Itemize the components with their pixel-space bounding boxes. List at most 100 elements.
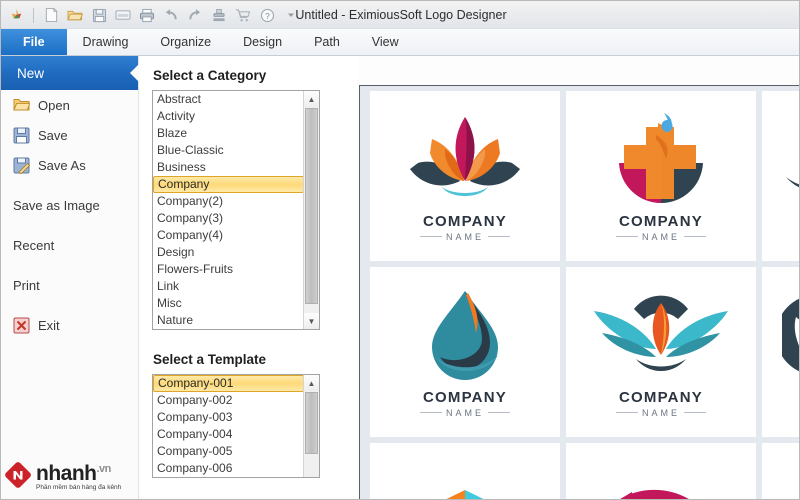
tab-file[interactable]: File	[1, 29, 67, 55]
logo-lotus[interactable]: COMPANY NAME	[370, 91, 560, 261]
list-item[interactable]: Blaze	[153, 125, 303, 142]
logo-caption: COMPANY NAME	[419, 388, 510, 418]
list-item[interactable]: Misc	[153, 295, 303, 312]
tab-organize[interactable]: Organize	[144, 29, 227, 55]
list-item[interactable]: Company-004	[153, 426, 303, 443]
caption-secondary: NAME	[641, 231, 680, 242]
caption-rule-right	[488, 236, 510, 237]
save-icon[interactable]	[88, 4, 110, 26]
logo-caption: COMPANY NAME	[615, 388, 706, 418]
gallery-grid: COMPANY NAME COMPANY NAME COMPANY NAME C…	[360, 86, 799, 499]
sidebar-item-save-as[interactable]: Save As	[1, 150, 138, 180]
scrollbar-thumb[interactable]	[305, 108, 318, 304]
list-item[interactable]: Company(4)	[153, 227, 303, 244]
open-folder-icon[interactable]	[64, 4, 86, 26]
sidebar-item-save[interactable]: Save	[1, 120, 138, 150]
help-icon[interactable]: ?	[256, 4, 278, 26]
list-item[interactable]: Abstract	[153, 91, 303, 108]
logo-wings[interactable]: COMPANY NAME	[566, 267, 756, 437]
ribbon-tab-strip: File Drawing Organize Design Path View	[1, 29, 799, 56]
template-listbox[interactable]: Company-001 Company-002 Company-003 Comp…	[152, 374, 320, 478]
scroll-down-icon[interactable]: ▼	[304, 313, 319, 329]
scroll-up-icon[interactable]: ▲	[304, 91, 319, 107]
cart-icon[interactable]	[232, 4, 254, 26]
logo-dark-circle[interactable]: COMPANY NAME	[762, 267, 799, 437]
category-listbox[interactable]: Abstract Activity Blaze Blue-Classic Bus…	[152, 90, 320, 330]
sidebar-item-exit[interactable]: Exit	[1, 310, 138, 340]
list-item-selected[interactable]: Company-001	[153, 375, 304, 392]
list-item[interactable]: Link	[153, 278, 303, 295]
caption-primary: COMPANY	[423, 388, 507, 406]
tab-path[interactable]: Path	[298, 29, 356, 55]
new-document-icon[interactable]	[40, 4, 62, 26]
list-item[interactable]: Business	[153, 159, 303, 176]
list-item[interactable]: Design	[153, 244, 303, 261]
logo-crimson-swoosh[interactable]: COMPANY NAME	[762, 91, 799, 261]
scroll-up-icon[interactable]: ▲	[304, 375, 319, 391]
logo-crimson-swoosh-icon	[786, 176, 799, 187]
exit-icon	[13, 317, 30, 334]
list-item[interactable]: Company(2)	[153, 193, 303, 210]
caption-secondary-row: NAME	[419, 407, 510, 418]
logo-caption: COMPANY NAME	[615, 212, 706, 242]
quick-access-toolbar[interactable]: ?	[5, 3, 302, 27]
tab-view[interactable]: View	[356, 29, 415, 55]
logo-lotus-icon	[410, 116, 520, 196]
list-item[interactable]: Activity	[153, 108, 303, 125]
list-item-selected[interactable]: Company	[153, 176, 304, 193]
caption-rule-right	[488, 412, 510, 413]
list-item[interactable]: Company(3)	[153, 210, 303, 227]
caption-rule-left	[615, 236, 638, 237]
list-item[interactable]: Company-006	[153, 460, 303, 477]
category-scrollbar[interactable]: ▲ ▼	[303, 91, 319, 329]
template-chooser-panel: Select a Category Abstract Activity Blaz…	[140, 56, 358, 499]
template-scrollbar[interactable]: ▲	[303, 375, 319, 477]
logo-caption: COMPANY NAME	[419, 213, 510, 242]
list-item[interactable]: Sports	[153, 329, 303, 330]
logo-droplet[interactable]: COMPANY NAME	[370, 267, 560, 437]
logo-cross-flame[interactable]: COMPANY NAME	[566, 91, 756, 261]
customize-chevron-icon[interactable]	[280, 4, 302, 26]
export-icon[interactable]	[112, 4, 134, 26]
svg-text:?: ?	[265, 10, 270, 20]
scrollbar-thumb[interactable]	[305, 392, 318, 454]
caption-secondary-row: NAME	[615, 231, 706, 242]
sidebar-item-save-as-image[interactable]: Save as Image	[1, 190, 138, 220]
sidebar-item-new[interactable]: New	[1, 56, 138, 90]
list-item[interactable]: Company-007	[153, 477, 303, 478]
save-as-icon	[13, 157, 31, 175]
sidebar-item-label: Recent	[13, 237, 55, 253]
watermark-text: nhanh.vn Phần mềm bán hàng đa kênh	[36, 463, 121, 492]
app-logo-icon[interactable]	[5, 4, 27, 26]
undo-icon[interactable]	[160, 4, 182, 26]
list-item[interactable]: Flowers-Fruits	[153, 261, 303, 278]
watermark-name: nhanh.vn	[36, 462, 111, 486]
tab-drawing[interactable]: Drawing	[67, 29, 145, 55]
logo-partial[interactable]	[762, 443, 799, 499]
nhanh-logo-icon	[5, 462, 31, 493]
stamp-icon[interactable]	[208, 4, 230, 26]
template-gallery[interactable]: COMPANY NAME COMPANY NAME COMPANY NAME C…	[359, 85, 799, 499]
redo-icon[interactable]	[184, 4, 206, 26]
logo-arrows-cycle[interactable]	[566, 443, 756, 499]
sidebar-item-print[interactable]: Print	[1, 270, 138, 300]
caption-primary: COMPANY	[619, 388, 703, 406]
caption-secondary: NAME	[641, 407, 680, 418]
sidebar-item-open[interactable]: Open	[1, 90, 138, 120]
caption-secondary: NAME	[445, 407, 484, 418]
list-item[interactable]: Company-003	[153, 409, 303, 426]
list-item[interactable]: Company-002	[153, 392, 303, 409]
tab-design[interactable]: Design	[227, 29, 298, 55]
list-item[interactable]: Nature	[153, 312, 303, 329]
toolbar-separator	[33, 7, 34, 23]
logo-3d-blocks[interactable]	[370, 443, 560, 499]
caption-primary: COMPANY	[619, 212, 703, 230]
sidebar-item-label: Print	[13, 277, 40, 293]
caption-secondary: NAME	[445, 231, 484, 242]
title-bar: ? Untitled - EximiousSoft Logo Designer	[1, 1, 799, 29]
print-icon[interactable]	[136, 4, 158, 26]
list-item[interactable]: Company-005	[153, 443, 303, 460]
list-item[interactable]: Blue-Classic	[153, 142, 303, 159]
backstage-sidebar: New Open Save Save As Save as Image Rece…	[1, 56, 139, 499]
sidebar-item-recent[interactable]: Recent	[1, 230, 138, 260]
